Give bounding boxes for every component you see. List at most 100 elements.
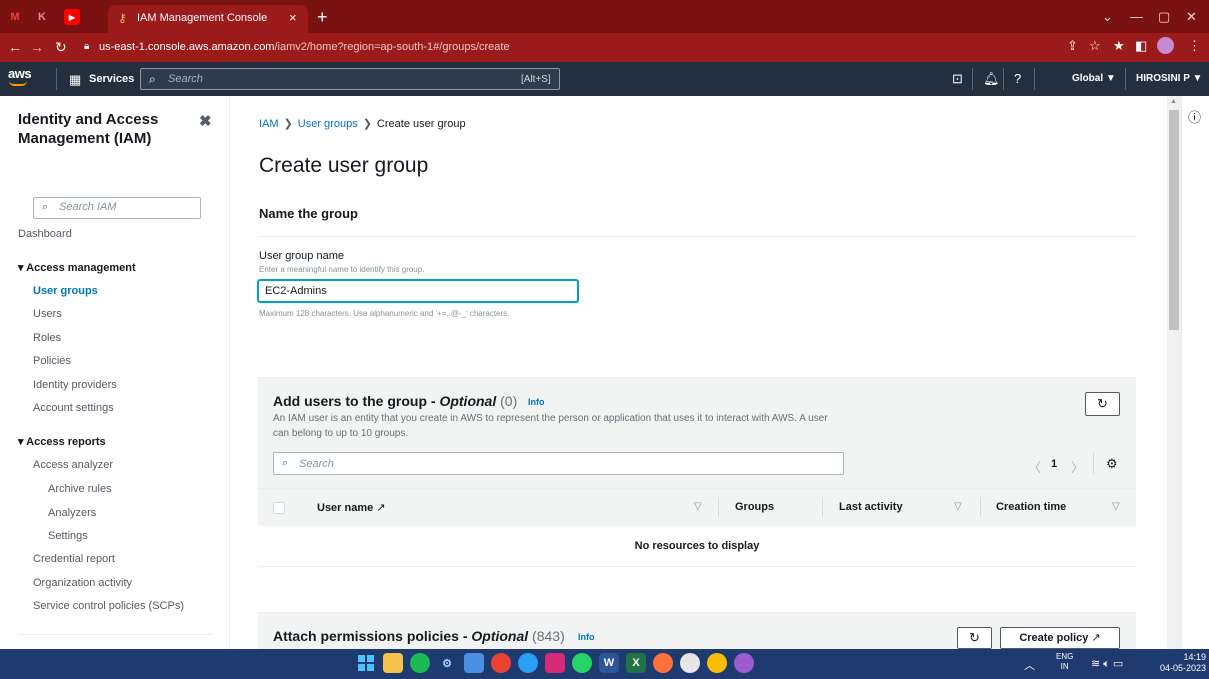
- sidebar-item-archive-rules[interactable]: Archive rules: [48, 483, 112, 495]
- refresh-icon: ↻: [969, 630, 980, 645]
- page-number[interactable]: 1: [1051, 458, 1057, 470]
- search-icon: ⌕: [282, 457, 289, 469]
- taskbar-clock[interactable]: 14:19 04-05-2023: [1160, 652, 1206, 674]
- column-creation-time[interactable]: Creation time: [996, 501, 1066, 513]
- forward-icon[interactable]: →: [30, 39, 44, 55]
- sort-user-name-icon[interactable]: ▽: [694, 501, 702, 512]
- sidebar-item-scps[interactable]: Service control policies (SCPs): [33, 600, 184, 612]
- sort-creation-time-icon[interactable]: ▽: [1112, 501, 1120, 512]
- select-all-checkbox[interactable]: [273, 502, 285, 514]
- column-user-name[interactable]: User name ↗: [317, 501, 386, 514]
- k-tab-icon[interactable]: K: [35, 9, 49, 25]
- side-panel-icon[interactable]: ◧: [1135, 38, 1147, 54]
- user-group-name-input[interactable]: [258, 280, 578, 302]
- users-search-input[interactable]: [273, 452, 844, 475]
- file-explorer-icon[interactable]: [383, 653, 403, 673]
- close-window-icon[interactable]: ✕: [1186, 9, 1197, 25]
- tab-search-icon[interactable]: ⌄: [1102, 9, 1113, 25]
- app-icon[interactable]: [680, 653, 700, 673]
- reload-icon[interactable]: ↻: [55, 39, 67, 56]
- services-menu[interactable]: Services: [89, 73, 134, 85]
- photos-icon[interactable]: [464, 653, 484, 673]
- sidebar-item-users[interactable]: Users: [33, 308, 62, 320]
- sidebar-item-analyzers[interactable]: Analyzers: [48, 507, 96, 519]
- excel-icon[interactable]: X: [626, 653, 646, 673]
- system-tray-wifi-volume-battery-icon[interactable]: ≋ 🔈︎ ▭: [1091, 657, 1123, 671]
- firefox-icon[interactable]: [653, 653, 673, 673]
- table-settings-gear-icon[interactable]: ⚙: [1106, 456, 1118, 472]
- sidebar-item-account-settings[interactable]: Account settings: [33, 402, 114, 414]
- column-last-activity[interactable]: Last activity: [839, 501, 903, 513]
- add-users-info-link[interactable]: Info: [528, 397, 545, 407]
- minimize-icon[interactable]: —: [1130, 9, 1143, 24]
- lock-icon[interactable]: 🔒︎: [84, 41, 89, 52]
- chrome-icon[interactable]: [491, 653, 511, 673]
- info-icon[interactable]: ⓘ: [1188, 107, 1201, 126]
- section-label: Access management: [26, 262, 136, 274]
- close-sidebar-icon[interactable]: ✖: [199, 112, 212, 130]
- share-icon[interactable]: ⇪: [1067, 38, 1078, 54]
- panel-title-text: Attach permissions policies -: [273, 628, 472, 644]
- edge-icon[interactable]: [518, 653, 538, 673]
- refresh-policies-button[interactable]: ↻: [957, 627, 992, 649]
- sidebar-section-access-management[interactable]: ▾ Access management: [18, 261, 136, 274]
- aws-logo[interactable]: aws: [8, 66, 32, 81]
- instagram-icon[interactable]: [545, 653, 565, 673]
- refresh-icon: ↻: [1097, 396, 1108, 411]
- sort-last-activity-icon[interactable]: ▽: [954, 501, 962, 512]
- back-icon[interactable]: ←: [8, 39, 22, 55]
- word-icon[interactable]: W: [599, 653, 619, 673]
- bookmark-star-icon[interactable]: ☆: [1089, 38, 1101, 54]
- browser-menu-icon[interactable]: ⋮: [1188, 38, 1201, 54]
- search-iam-placeholder: Search IAM: [59, 201, 117, 213]
- chevron-right-icon[interactable]: 〉: [1071, 457, 1084, 476]
- services-grid-icon[interactable]: ▦: [69, 72, 81, 88]
- refresh-users-button[interactable]: ↻: [1085, 392, 1120, 416]
- youtube-tab-icon[interactable]: ▶: [64, 9, 80, 25]
- chrome-profile-icon[interactable]: [734, 653, 754, 673]
- sidebar-item-credential-report[interactable]: Credential report: [33, 553, 115, 565]
- new-tab-button[interactable]: +: [317, 7, 328, 28]
- sidebar-item-policies[interactable]: Policies: [33, 355, 71, 367]
- whatsapp-icon[interactable]: [572, 653, 592, 673]
- spotify-icon[interactable]: [410, 653, 430, 673]
- sidebar-item-organization-activity[interactable]: Organization activity: [33, 577, 132, 589]
- policies-count: (843): [528, 628, 565, 644]
- region-selector[interactable]: Global ▼: [1072, 73, 1116, 84]
- scroll-up-icon[interactable]: ▲: [1170, 98, 1177, 105]
- user-group-name-description: Enter a meaningful name to identify this…: [259, 265, 425, 274]
- sidebar-item-identity-providers[interactable]: Identity providers: [33, 379, 117, 391]
- settings-icon[interactable]: ⚙: [437, 653, 457, 673]
- windows-start-icon[interactable]: [356, 653, 376, 673]
- aws-search-input[interactable]: [140, 68, 560, 90]
- gmail-tab-icon[interactable]: M: [8, 9, 22, 25]
- sidebar-section-access-reports[interactable]: ▾ Access reports: [18, 435, 106, 448]
- help-icon[interactable]: ?: [1014, 71, 1021, 86]
- sidebar-item-dashboard[interactable]: Dashboard: [18, 228, 72, 240]
- breadcrumb-iam[interactable]: IAM: [259, 118, 279, 130]
- sidebar-item-user-groups[interactable]: User groups: [33, 285, 98, 297]
- scrollbar-thumb[interactable]: [1169, 110, 1179, 330]
- breadcrumb-user-groups[interactable]: User groups: [298, 118, 358, 130]
- notifications-bell-icon[interactable]: 🔔︎: [983, 71, 1000, 87]
- profile-avatar[interactable]: [1157, 37, 1174, 54]
- chevron-left-icon[interactable]: 〈: [1028, 457, 1041, 476]
- attach-policies-title: Attach permissions policies - Optional (…: [273, 628, 565, 644]
- sidebar-item-settings[interactable]: Settings: [48, 530, 88, 542]
- chrome-canary-icon[interactable]: [707, 653, 727, 673]
- extensions-icon[interactable]: ★: [1113, 38, 1125, 54]
- sidebar-item-access-analyzer[interactable]: Access analyzer: [33, 459, 113, 471]
- sidebar-divider: [18, 634, 212, 635]
- sidebar-item-roles[interactable]: Roles: [33, 332, 61, 344]
- tab-close-icon[interactable]: ×: [289, 10, 297, 25]
- language-indicator[interactable]: ENG IN: [1056, 652, 1073, 672]
- column-groups[interactable]: Groups: [735, 501, 774, 513]
- page-title: Create user group: [259, 154, 429, 177]
- cloudshell-icon[interactable]: ⊡: [952, 71, 963, 87]
- attach-policies-info-link[interactable]: Info: [578, 632, 595, 642]
- account-menu[interactable]: HIROSINI P ▼: [1136, 73, 1202, 84]
- create-policy-button[interactable]: Create policy ↗: [1000, 627, 1120, 649]
- show-hidden-icons-icon[interactable]: ︿: [1024, 657, 1035, 673]
- maximize-icon[interactable]: ▢: [1158, 9, 1170, 25]
- url-field[interactable]: us-east-1.console.aws.amazon.com/iamv2/h…: [99, 41, 510, 53]
